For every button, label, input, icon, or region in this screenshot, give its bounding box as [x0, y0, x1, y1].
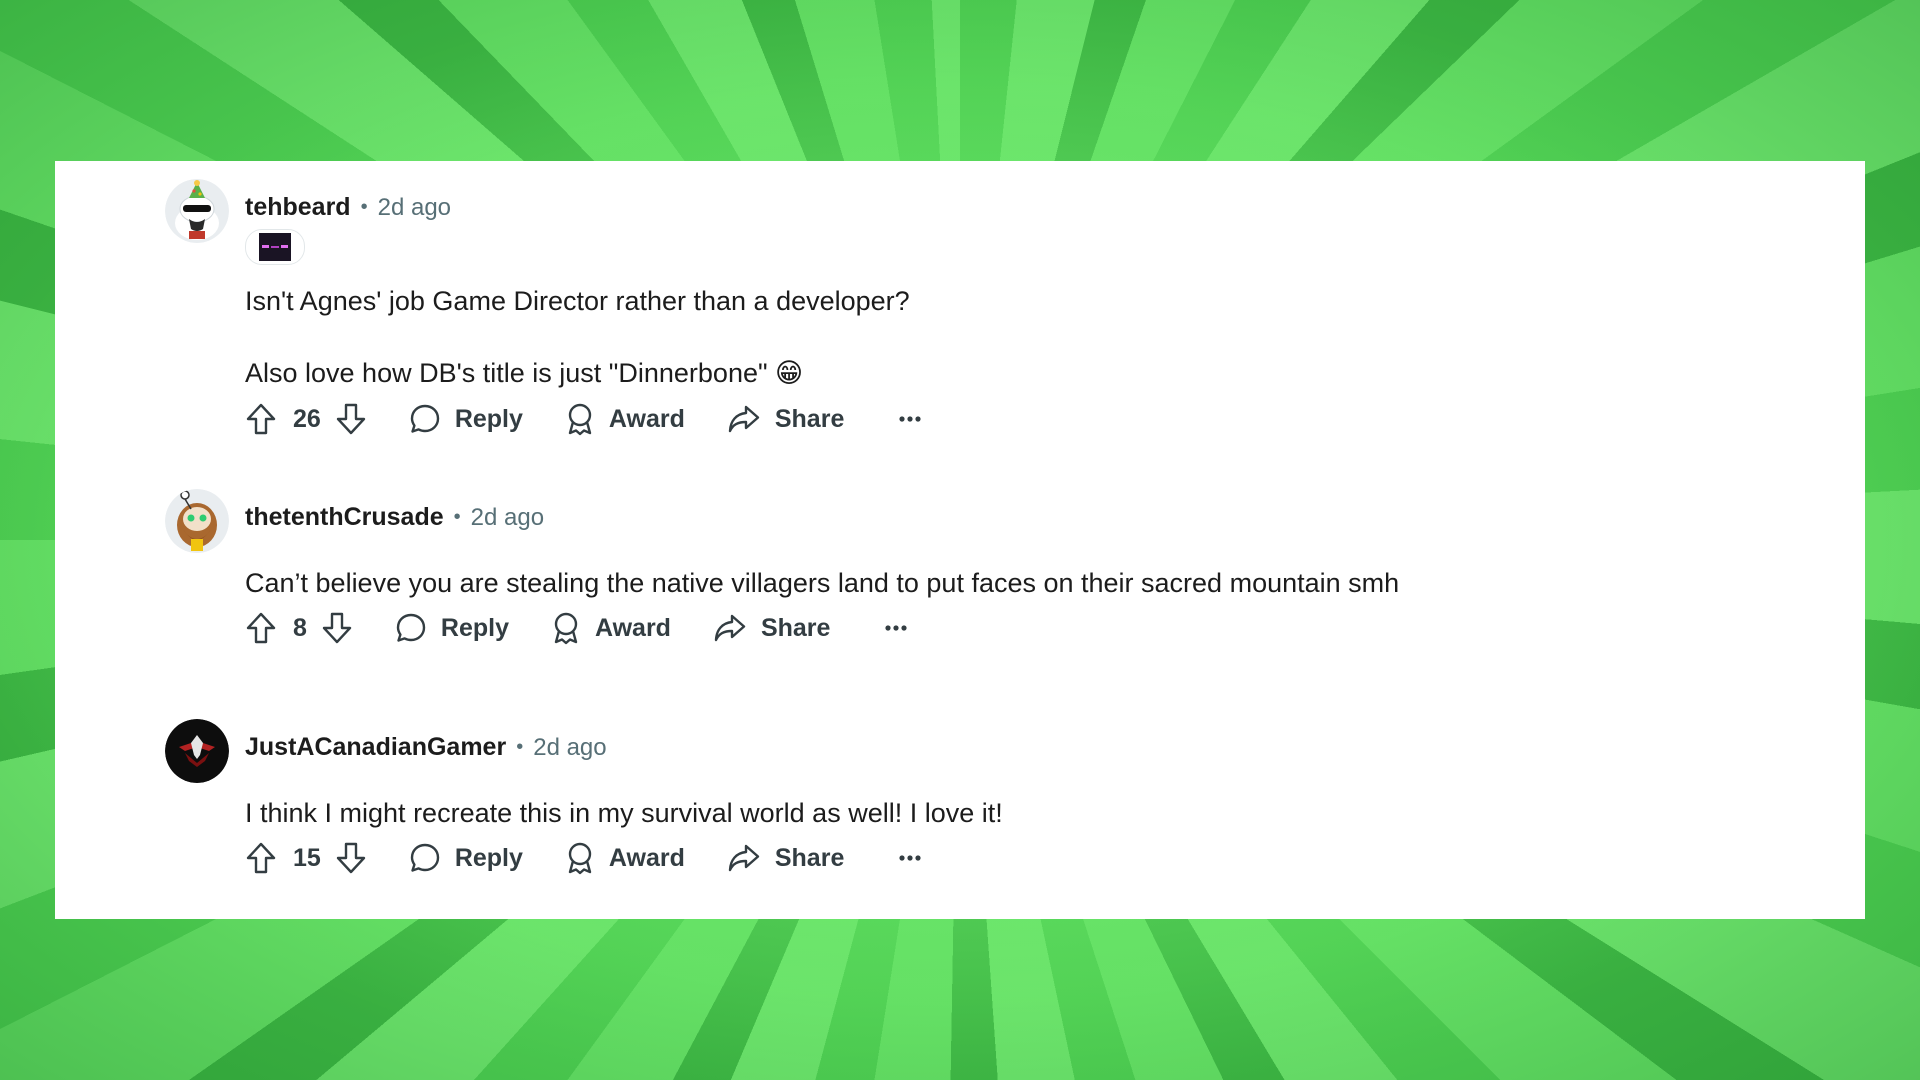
snoo-avatar-bearded-icon[interactable] — [165, 489, 229, 553]
reply-label: Reply — [454, 404, 523, 433]
share-label: Share — [760, 613, 831, 642]
username[interactable]: thetenthCrusade — [245, 503, 444, 532]
meta-separator: • — [360, 196, 368, 218]
comment-body-line: Can’t believe you are stealing the nativ… — [245, 568, 1400, 598]
comment-actions: 26 Reply Award Share — [245, 399, 922, 439]
comment-header: thetenthCrusade • 2d ago — [245, 503, 544, 532]
award-button[interactable]: Award — [551, 611, 671, 645]
more-options-button[interactable] — [898, 415, 922, 423]
share-button[interactable]: Share — [727, 404, 844, 434]
more-options-button[interactable] — [898, 854, 922, 862]
more-options-button[interactable] — [884, 624, 908, 632]
username[interactable]: JustACanadianGamer — [245, 733, 506, 762]
timestamp[interactable]: 2d ago — [533, 734, 606, 762]
vote-count: 8 — [293, 613, 307, 642]
comment-bubble-icon — [410, 843, 440, 872]
reply-button[interactable]: Reply — [395, 612, 509, 644]
timestamp[interactable]: 2d ago — [378, 194, 451, 222]
share-button[interactable]: Share — [727, 843, 844, 873]
reply-label: Reply — [440, 613, 509, 642]
meta-separator: • — [516, 736, 524, 758]
award-button[interactable]: Award — [565, 402, 685, 436]
meta-separator: • — [453, 506, 461, 528]
vote-count: 15 — [293, 843, 321, 872]
vote-group: 8 — [245, 611, 353, 645]
award-icon — [554, 612, 578, 645]
share-icon — [728, 405, 760, 433]
downvote-icon[interactable] — [335, 402, 367, 436]
downvote-icon[interactable] — [335, 841, 367, 875]
upvote-icon[interactable] — [245, 841, 277, 875]
award-button[interactable]: Award — [565, 841, 685, 875]
award-label: Award — [595, 613, 671, 642]
vote-count: 26 — [293, 404, 321, 433]
comment-bubble-icon — [396, 613, 426, 642]
username[interactable]: tehbeard — [245, 193, 351, 222]
ellipsis-icon — [899, 416, 921, 422]
award-label: Award — [608, 843, 685, 872]
award-label: Award — [608, 404, 685, 433]
snoo-avatar-party-hat-icon[interactable] — [165, 179, 229, 243]
share-label: Share — [774, 843, 845, 872]
vote-group: 26 — [245, 402, 367, 436]
reply-label: Reply — [454, 843, 523, 872]
comments-panel: tehbeard • 2d ago Isn't Agnes' job Game … — [55, 161, 1865, 919]
timestamp[interactable]: 2d ago — [471, 504, 544, 532]
comment-bubble-icon — [410, 404, 440, 433]
upvote-icon[interactable] — [245, 402, 277, 436]
vote-group: 15 — [245, 841, 367, 875]
reply-button[interactable]: Reply — [409, 403, 523, 435]
share-button[interactable]: Share — [713, 613, 830, 643]
comment-header: tehbeard • 2d ago — [245, 193, 451, 222]
award-icon — [568, 403, 592, 436]
comment-body-line: Also love how DB's title is just "Dinner… — [245, 358, 804, 388]
reply-button[interactable]: Reply — [409, 842, 523, 874]
comment-actions: 8 Reply Award Share — [245, 608, 908, 648]
award-icon — [568, 842, 592, 875]
comment-body-line: I think I might recreate this in my surv… — [245, 798, 1003, 828]
dark-emblem-avatar-icon[interactable] — [165, 719, 229, 783]
user-flair — [245, 229, 305, 265]
share-icon — [714, 614, 746, 642]
share-icon — [728, 844, 760, 872]
share-label: Share — [774, 404, 845, 433]
ellipsis-icon — [885, 625, 908, 631]
comment-body-line: Isn't Agnes' job Game Director rather th… — [245, 286, 910, 316]
upvote-icon[interactable] — [245, 611, 277, 645]
ellipsis-icon — [899, 855, 921, 861]
comment-header: JustACanadianGamer • 2d ago — [245, 733, 607, 762]
downvote-icon[interactable] — [321, 611, 353, 645]
enderman-flair-icon — [259, 233, 291, 261]
comment-actions: 15 Reply Award Share — [245, 838, 922, 878]
